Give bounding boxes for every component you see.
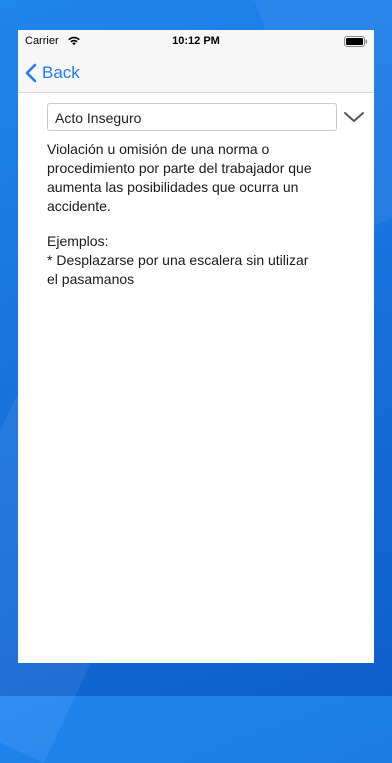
chevron-left-icon — [25, 63, 37, 83]
category-select-value: Acto Inseguro — [55, 110, 142, 126]
status-bar: Carrier 10:12 PM — [18, 30, 374, 54]
example-line: * Desplazarse por una escalera sin utili… — [47, 252, 309, 268]
definition-text: Violación u omisión de una norma o proce… — [47, 140, 357, 216]
navigation-bar: Back — [18, 54, 374, 93]
examples-text: Ejemplos: * Desplazarse por una escalera… — [47, 232, 357, 289]
phone-screen: Carrier 10:12 PM Back Acto Inseguro Viol… — [18, 30, 374, 663]
back-label: Back — [42, 63, 80, 82]
battery-icon — [344, 36, 368, 47]
chevron-down-icon[interactable] — [343, 110, 365, 124]
category-select[interactable]: Acto Inseguro — [47, 103, 337, 131]
definition-line: procedimiento por parte del trabajador q… — [47, 160, 312, 176]
example-line: el pasamanos — [47, 271, 135, 287]
clock: 10:12 PM — [172, 35, 220, 47]
back-button[interactable]: Back — [25, 61, 80, 85]
definition-line: accidente. — [47, 198, 111, 214]
definition-line: Violación u omisión de una norma o — [47, 141, 270, 157]
definition-line: aumenta las posibilidades que ocurra un — [47, 179, 299, 195]
examples-title: Ejemplos: — [47, 233, 109, 249]
